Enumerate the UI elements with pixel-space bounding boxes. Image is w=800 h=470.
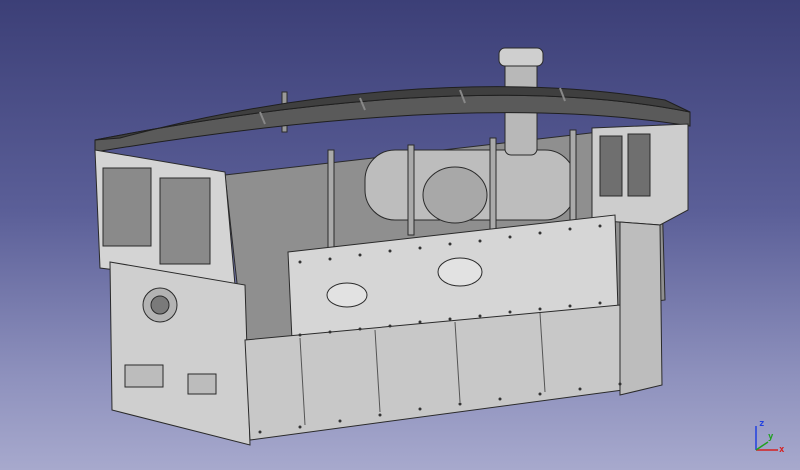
axis-indicator: z x y — [746, 420, 786, 460]
axis-z-label: z — [759, 419, 765, 429]
side-porthole — [437, 257, 483, 287]
roof-pillar — [407, 144, 415, 236]
rear-window — [599, 135, 623, 197]
side-porthole — [326, 282, 368, 308]
smokebox-door — [422, 166, 488, 224]
axis-x-label: x — [779, 445, 785, 455]
axis-y-label: y — [768, 432, 774, 442]
chimney-cap — [498, 47, 544, 67]
tram-locomotive-model[interactable] — [0, 0, 800, 470]
buffer-plate — [124, 364, 164, 388]
rear-end-block — [619, 221, 663, 396]
roof-pillar — [569, 129, 577, 221]
headlamp-lens — [150, 295, 170, 315]
front-window — [102, 167, 152, 247]
roof-pillar — [489, 137, 497, 234]
roof-pillar — [327, 149, 335, 251]
front-window — [159, 177, 211, 265]
rear-window — [627, 133, 651, 197]
front-lower-body — [109, 261, 251, 446]
3d-viewport[interactable]: z x y — [0, 0, 800, 470]
buffer-plate — [187, 373, 217, 395]
